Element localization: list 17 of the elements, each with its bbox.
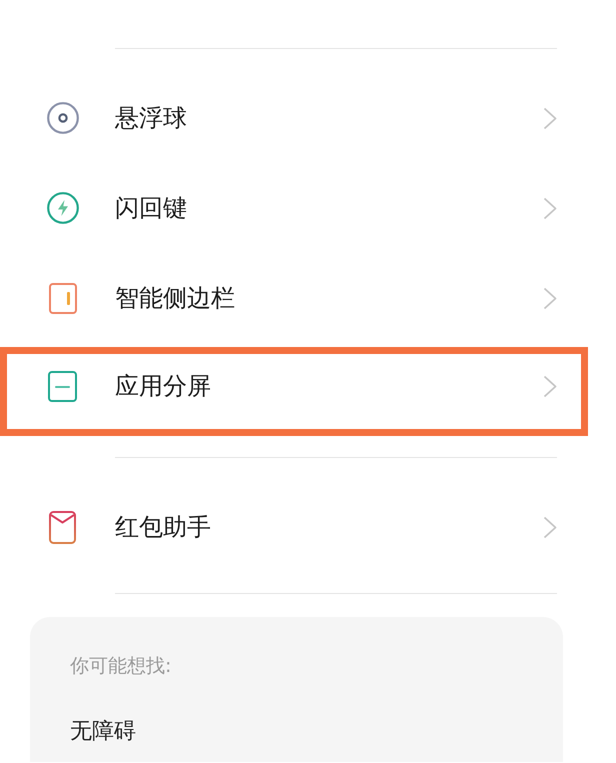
settings-item[interactable]: 红包助手 xyxy=(0,482,616,572)
chevron-right-icon xyxy=(543,106,557,130)
settings-item[interactable]: 悬浮球 xyxy=(0,73,616,163)
envelope-icon xyxy=(49,510,76,544)
suggestions-title: 你可能想找: xyxy=(70,654,172,679)
suggestion-link[interactable]: 无障碍 xyxy=(70,717,136,747)
chevron-right-icon xyxy=(543,516,557,538)
chevron-right-icon xyxy=(543,375,557,398)
chevron-right-icon xyxy=(543,196,557,220)
sidebar-icon xyxy=(48,282,76,314)
lightning-icon xyxy=(46,192,78,224)
settings-item[interactable]: 应用分屏 xyxy=(0,343,616,436)
ring-icon xyxy=(46,102,78,134)
settings-item[interactable]: 智能侧边栏 xyxy=(0,253,616,343)
settings-item[interactable]: 闪回键 xyxy=(0,163,616,253)
chevron-right-icon xyxy=(543,286,557,310)
split-screen-icon xyxy=(48,371,77,402)
